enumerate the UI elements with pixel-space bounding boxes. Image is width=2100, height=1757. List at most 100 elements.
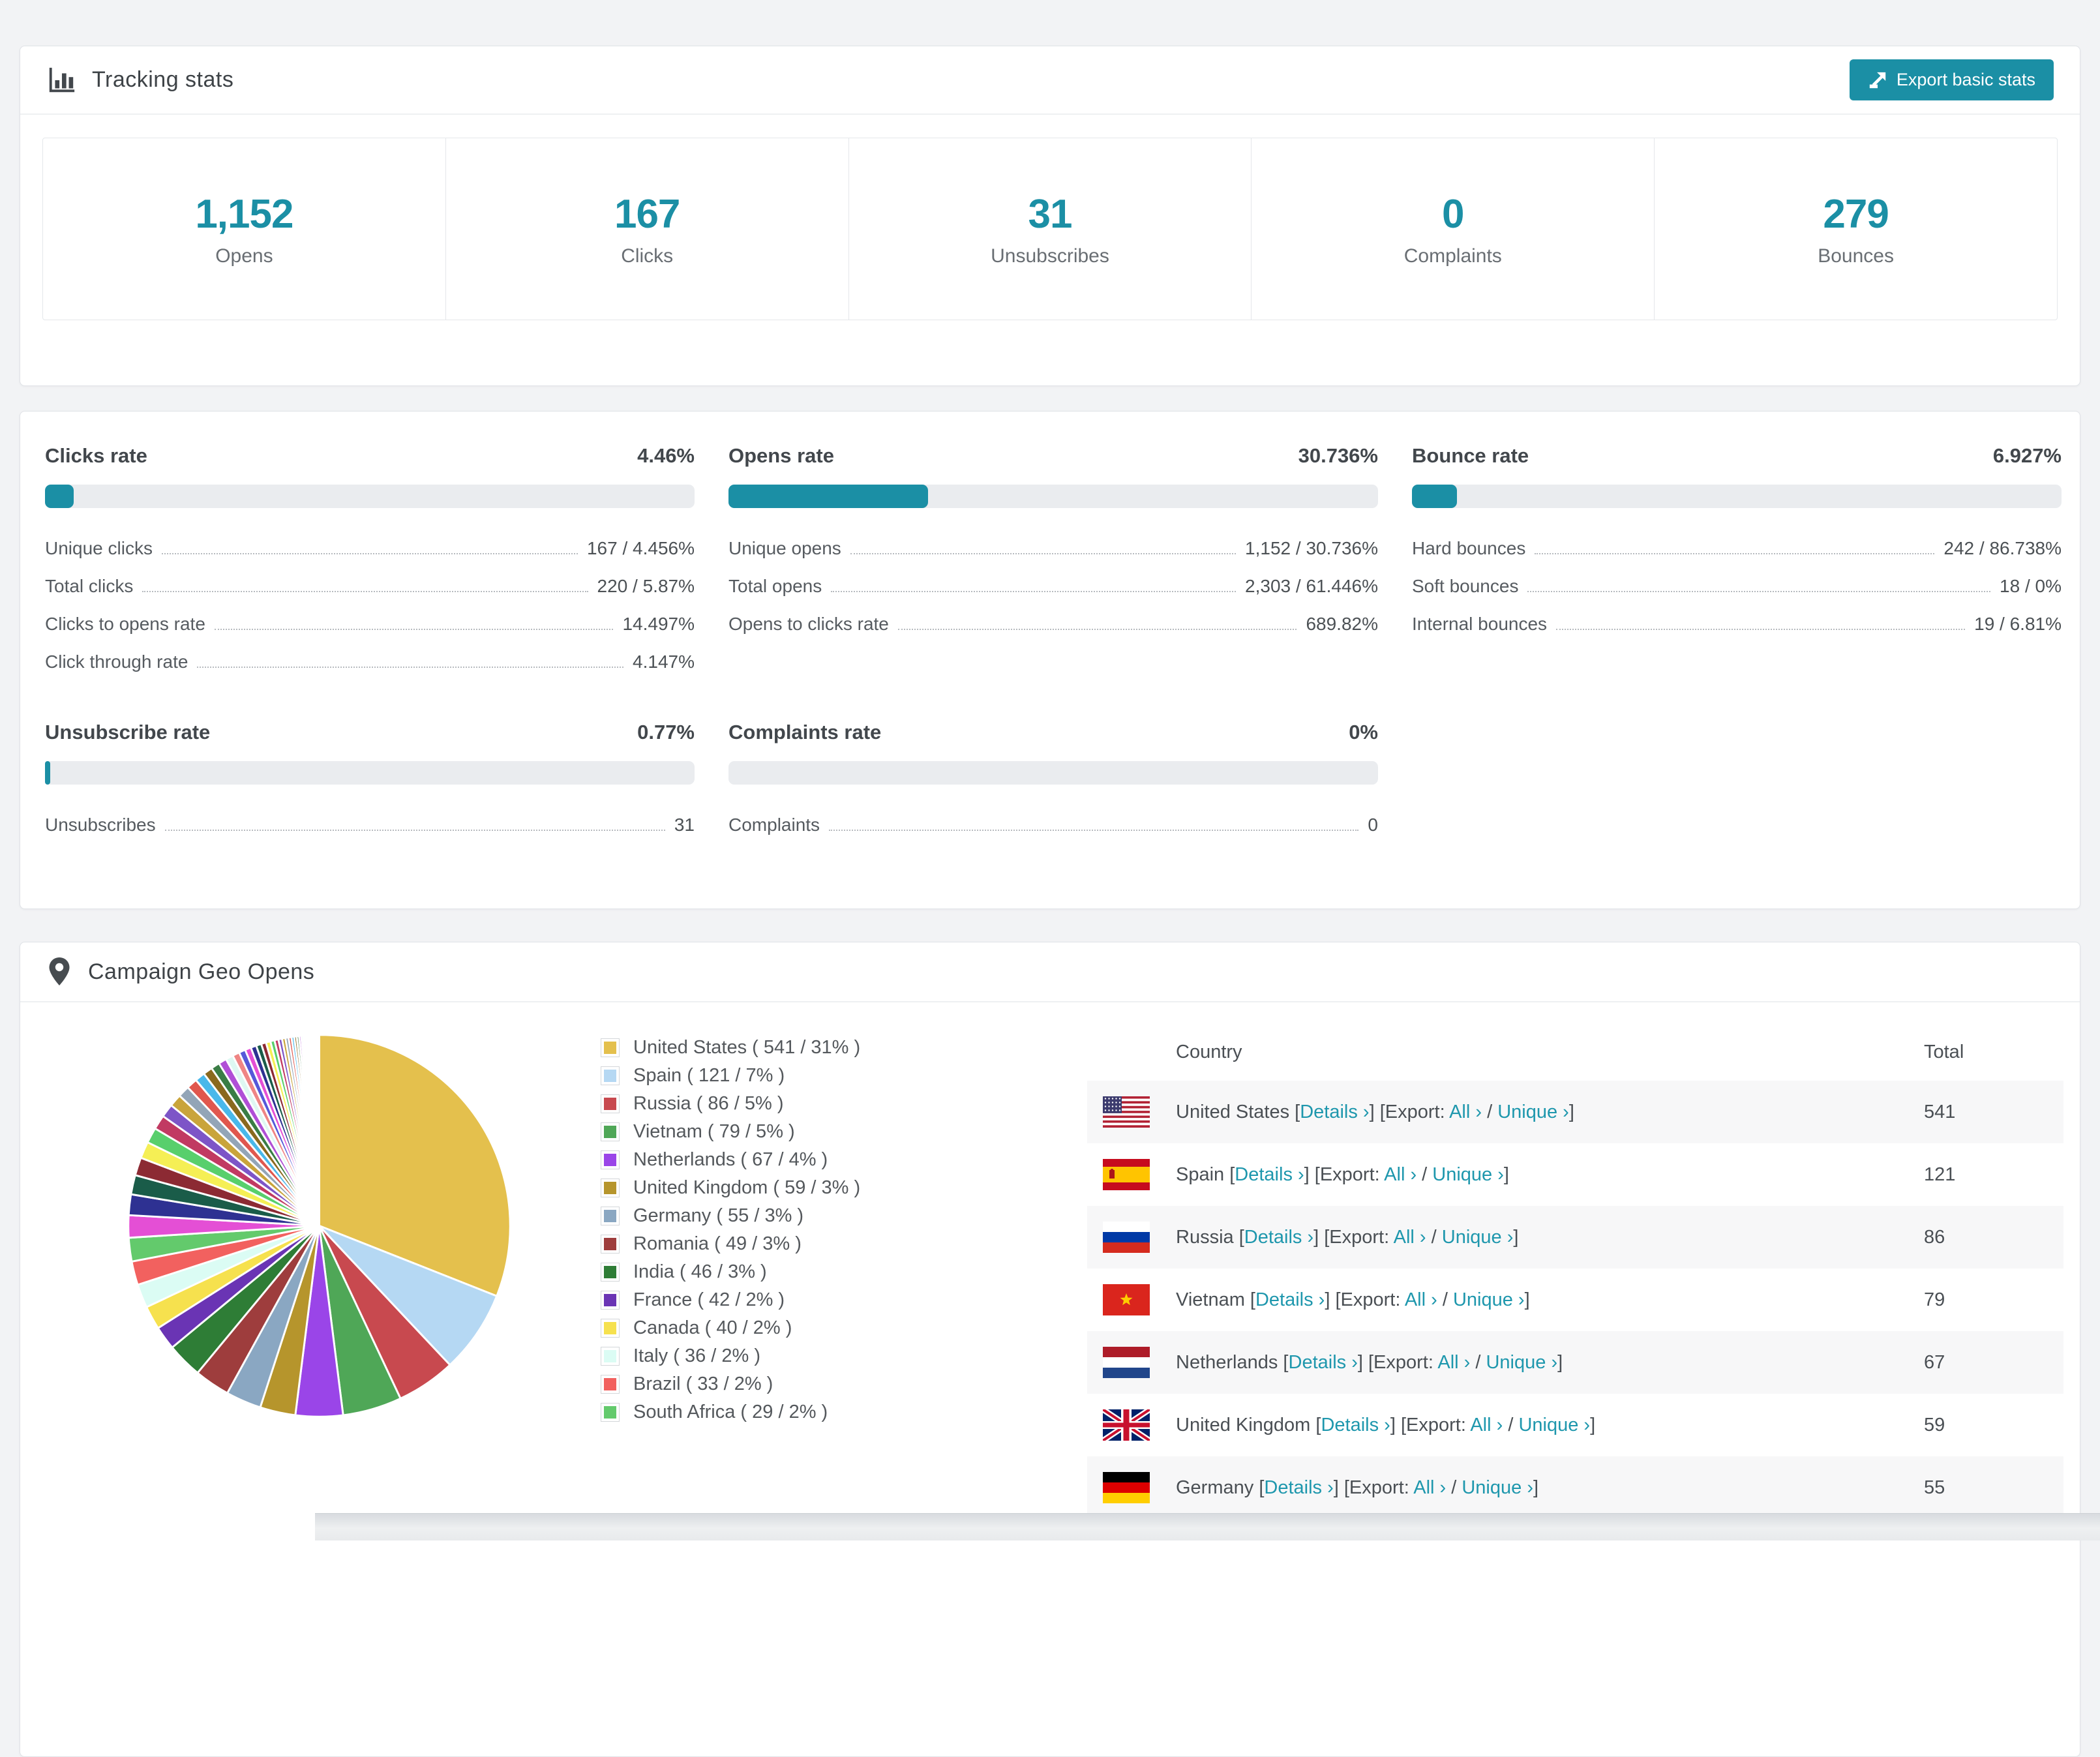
- close-bracket: ]: [1557, 1351, 1563, 1373]
- rate-detail-row: Unique clicks 167 / 4.456%: [45, 529, 695, 567]
- export-unique-link[interactable]: Unique ›: [1453, 1289, 1525, 1310]
- country-total: 86: [1924, 1226, 1945, 1248]
- country-cell: Russia [Details ›] [Export: All › / Uniq…: [1176, 1227, 1518, 1248]
- summary-stat-clicks: 167 Clicks: [446, 138, 849, 320]
- rate-progress-fill: [728, 485, 929, 508]
- bottom-overlay-band: [315, 1513, 2100, 1540]
- details-link[interactable]: Details ›: [1321, 1415, 1390, 1435]
- export-label-text: ] [Export:: [1357, 1351, 1438, 1373]
- country-total: 59: [1924, 1414, 1945, 1435]
- link-separator: /: [1503, 1414, 1519, 1435]
- summary-stat-value: 1,152: [195, 191, 293, 237]
- export-all-link[interactable]: All ›: [1470, 1415, 1503, 1435]
- summary-stat-label: Bounces: [1818, 245, 1894, 267]
- dotted-leader: [1527, 591, 1991, 592]
- details-link[interactable]: Details ›: [1300, 1102, 1369, 1122]
- details-link[interactable]: Details ›: [1255, 1289, 1325, 1310]
- export-all-link[interactable]: All ›: [1384, 1164, 1417, 1185]
- country-cell: Spain [Details ›] [Export: All › / Uniqu…: [1176, 1164, 1509, 1186]
- country-cell: United Kingdom [Details ›] [Export: All …: [1176, 1415, 1595, 1436]
- dotted-leader: [1535, 553, 1935, 554]
- dotted-leader: [831, 591, 1237, 592]
- legend-item-italy: Italy ( 36 / 2% ): [601, 1342, 967, 1370]
- country-name: Netherlands [: [1176, 1351, 1289, 1373]
- legend-label: Netherlands ( 67 / 4% ): [633, 1149, 828, 1170]
- legend-label: Romania ( 49 / 3% ): [633, 1233, 802, 1254]
- close-bracket: ]: [1513, 1226, 1519, 1248]
- export-unique-link[interactable]: Unique ›: [1432, 1164, 1504, 1185]
- summary-stat-value: 279: [1823, 191, 1889, 237]
- details-link[interactable]: Details ›: [1235, 1164, 1304, 1185]
- summary-stat-value: 167: [614, 191, 680, 237]
- export-basic-stats-button[interactable]: Export basic stats: [1849, 59, 2054, 100]
- rate-detail-row: Click through rate 4.147%: [45, 642, 695, 680]
- export-label-text: ] [Export:: [1390, 1414, 1471, 1435]
- details-link[interactable]: Details ›: [1289, 1352, 1358, 1373]
- country-total: 121: [1924, 1164, 1956, 1185]
- legend-label: South Africa ( 29 / 2% ): [633, 1402, 828, 1422]
- export-all-link[interactable]: All ›: [1394, 1227, 1426, 1248]
- rate-detail-value: 689.82%: [1306, 614, 1378, 634]
- legend-item-india: India ( 46 / 3% ): [601, 1258, 967, 1286]
- country-total: 67: [1924, 1351, 1945, 1373]
- rate-detail-label: Unsubscribes: [45, 815, 156, 835]
- rate-detail-value: 0: [1368, 815, 1378, 835]
- legend-swatch: [601, 1179, 619, 1197]
- legend-swatch: [601, 1375, 619, 1393]
- rate-detail-row: Total opens 2,303 / 61.446%: [728, 567, 1378, 605]
- export-all-link[interactable]: All ›: [1437, 1352, 1470, 1373]
- rate-progress-bar: [1412, 485, 2062, 508]
- rate-detail-label: Hard bounces: [1412, 538, 1526, 558]
- geo-table-header-row: Country Total: [1087, 1023, 2063, 1081]
- legend-swatch: [601, 1151, 619, 1169]
- country-total: 79: [1924, 1289, 1945, 1310]
- legend-label: Vietnam ( 79 / 5% ): [633, 1121, 795, 1142]
- legend-swatch: [601, 1067, 619, 1085]
- rate-value: 6.927%: [1992, 444, 2062, 467]
- link-separator: /: [1482, 1101, 1498, 1122]
- legend-swatch: [601, 1291, 619, 1309]
- geo-opens-card: Campaign Geo Opens United States ( 541 /…: [20, 942, 2080, 1757]
- country-name: Vietnam [: [1176, 1289, 1255, 1310]
- legend-swatch: [601, 1123, 619, 1141]
- rate-detail-row: Opens to clicks rate 689.82%: [728, 605, 1378, 642]
- legend-label: India ( 46 / 3% ): [633, 1261, 767, 1282]
- country-name: Spain [: [1176, 1164, 1235, 1185]
- country-cell: Vietnam [Details ›] [Export: All › / Uni…: [1176, 1289, 1530, 1311]
- details-link[interactable]: Details ›: [1244, 1227, 1313, 1248]
- legend-item-vietnam: Vietnam ( 79 / 5% ): [601, 1118, 967, 1146]
- geo-table-row-vn: Vietnam [Details ›] [Export: All › / Uni…: [1087, 1269, 2063, 1331]
- export-button-label: Export basic stats: [1896, 70, 2035, 89]
- legend-item-spain: Spain ( 121 / 7% ): [601, 1062, 967, 1090]
- tracking-stats-card: Tracking stats Export basic stats 1,152 O…: [20, 46, 2080, 386]
- export-icon: [1868, 70, 1887, 90]
- export-unique-link[interactable]: Unique ›: [1442, 1227, 1514, 1248]
- close-bracket: ]: [1524, 1289, 1530, 1310]
- legend-label: Brazil ( 33 / 2% ): [633, 1374, 773, 1394]
- export-all-link[interactable]: All ›: [1405, 1289, 1437, 1310]
- close-bracket: ]: [1503, 1164, 1509, 1185]
- rate-detail-value: 2,303 / 61.446%: [1245, 576, 1378, 596]
- rate-detail-label: Internal bounces: [1412, 614, 1548, 634]
- rate-detail-label: Total clicks: [45, 576, 134, 596]
- rate-detail-row: Complaints 0: [728, 805, 1378, 843]
- legend-item-united-kingdom: United Kingdom ( 59 / 3% ): [601, 1174, 967, 1202]
- legend-label: Germany ( 55 / 3% ): [633, 1205, 804, 1226]
- country-column-header: Country: [1176, 1041, 1242, 1062]
- rate-progress-bar: [728, 485, 1378, 508]
- legend-item-france: France ( 42 / 2% ): [601, 1286, 967, 1314]
- legend-swatch: [601, 1235, 619, 1253]
- summary-stat-label: Unsubscribes: [991, 245, 1109, 267]
- link-separator: /: [1426, 1226, 1442, 1248]
- bar-chart-icon: [46, 65, 76, 95]
- export-all-link[interactable]: All ›: [1449, 1102, 1482, 1122]
- rate-detail-row: Clicks to opens rate 14.497%: [45, 605, 695, 642]
- export-unique-link[interactable]: Unique ›: [1497, 1102, 1569, 1122]
- export-unique-link[interactable]: Unique ›: [1518, 1415, 1590, 1435]
- legend-item-romania: Romania ( 49 / 3% ): [601, 1230, 967, 1258]
- rate-detail-row: Total clicks 220 / 5.87%: [45, 567, 695, 605]
- legend-label: Canada ( 40 / 2% ): [633, 1317, 792, 1338]
- export-unique-link[interactable]: Unique ›: [1486, 1352, 1557, 1373]
- rate-block-clicks-rate: Clicks rate 4.46% Unique clicks 167 / 4.456…: [45, 444, 695, 680]
- geo-table-row-nl: Netherlands [Details ›] [Export: All › /…: [1087, 1331, 2063, 1394]
